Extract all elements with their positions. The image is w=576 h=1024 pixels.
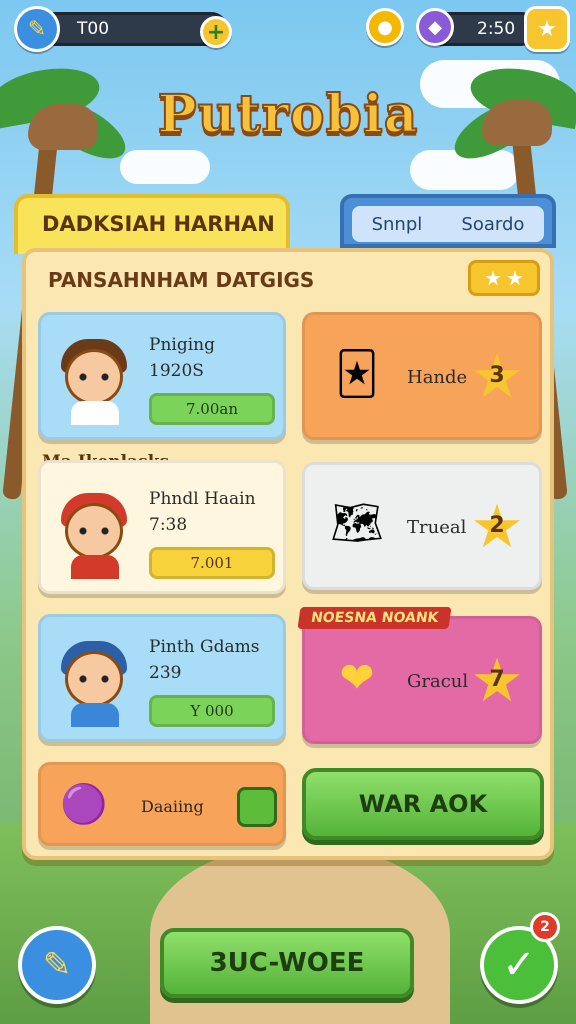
panel-subheading: PANSAHNHAM DATGIGS [48,268,315,292]
reward-label: Trueal [407,517,467,538]
reward-label: Hande [407,367,468,388]
main-panel: PANSAHNHAM DATGIGS ★ ★ Pniging 1920S 7.0… [22,248,554,860]
corner-label: NOESNA NOANK [297,607,452,629]
notification-badge: 2 [530,912,560,942]
card-icon: 🃏 [335,348,379,398]
war-aok-button[interactable]: WAR AOK [302,768,544,840]
reward-star-number: 7 [489,667,505,692]
star-icon: ★ 3 [470,342,524,412]
player-name: Pniging [149,335,215,355]
edit-button[interactable]: ✎ [18,926,96,1004]
star-icon: ★ 2 [470,492,524,562]
reward-star-number: 3 [489,363,505,388]
tab-snnpl[interactable]: Snnpl [372,214,423,235]
puzzle-icon [237,787,277,827]
reward-card[interactable]: 🗺 Trueal ★ 2 [302,462,542,590]
resource-left-value: T00 [77,19,110,39]
resource-right-value: 2:50 [477,19,516,39]
pencil-icon[interactable]: ✎ [14,6,60,52]
tab-soardo[interactable]: Soardo [461,214,524,235]
top-bar: T00 ✎ + 2:50 ● ◆ ★ [8,6,570,52]
star-icon: ★ [484,266,502,290]
avatar [53,329,137,425]
bottom-left-card[interactable]: 🟣 Daaiing [38,762,286,846]
player-time: 7:38 [149,515,188,535]
reward-card[interactable]: 🃏 Hande ★ 3 [302,312,542,440]
player-card[interactable]: Pniging 1920S 7.00an [38,312,286,440]
map-icon: 🗺 [330,498,384,547]
avatar [53,483,137,579]
player-time: 1920S [149,361,204,381]
game-title: Putrobia [157,83,419,146]
star-rating-badge[interactable]: ★ ★ [468,260,540,296]
checkmark-icon: ✓ [502,942,536,988]
slime-icon: 🟣 [60,781,108,826]
player-card[interactable]: Pinth Gdams 239 Y 000 [38,614,286,742]
player-value-button[interactable]: 7.001 [149,547,275,579]
tab-right-group: Snnpl Soardo [340,194,556,248]
player-card[interactable]: Phndl Haain 7:38 7.001 [38,460,286,594]
reward-card[interactable]: NOESNA NOANK ❤ Gracul ★ 7 [297,607,542,744]
tab-active[interactable]: DADKSIAH HARHAN [14,194,290,254]
star-icon[interactable]: ★ [524,6,570,52]
player-name: Phndl Haain [149,489,256,509]
reward-star-number: 2 [489,513,505,538]
main-action-button[interactable]: 3UC-WOEE [160,928,414,998]
cloud [120,150,210,184]
gem-icon[interactable]: ◆ [416,8,454,46]
avatar [53,631,137,727]
star-icon: ★ 7 [470,646,524,716]
heart-icon: ❤ [339,652,375,702]
coin-icon[interactable]: ● [366,8,404,46]
star-icon: ★ [506,266,524,290]
tab-right-inner: Snnpl Soardo [352,206,544,242]
player-name: Pinth Gdams [149,637,260,657]
player-value-button[interactable]: 7.00an [149,393,275,425]
pencil-icon: ✎ [42,945,72,985]
reward-label: Gracul [407,671,469,692]
bottom-left-label: Daaiing [141,797,204,816]
plus-icon[interactable]: + [200,16,232,48]
player-time: 239 [149,663,182,683]
player-value-button[interactable]: Y 000 [149,695,275,727]
